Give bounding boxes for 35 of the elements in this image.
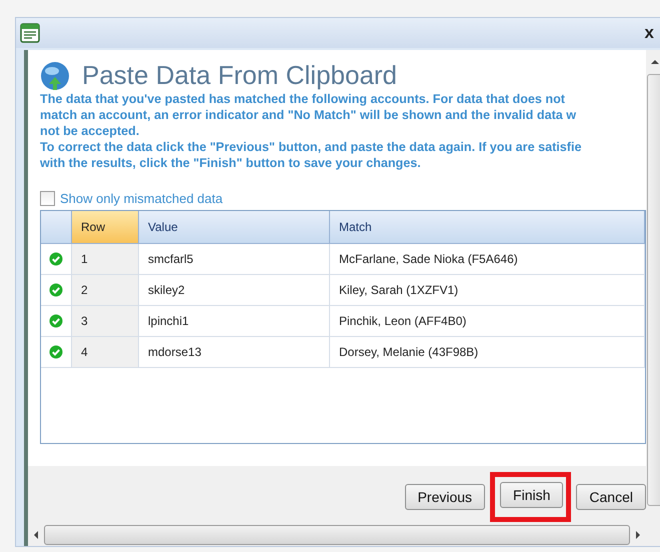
- table-cell: 1: [72, 244, 139, 275]
- column-header[interactable]: Value: [139, 211, 330, 244]
- check-icon: [49, 345, 63, 359]
- close-button[interactable]: x: [644, 23, 654, 43]
- scroll-right-icon[interactable]: [634, 530, 642, 540]
- scroll-up-icon[interactable]: [650, 58, 660, 66]
- column-header[interactable]: Match: [330, 211, 645, 244]
- scroll-left-icon[interactable]: [32, 530, 40, 540]
- dialog-button[interactable]: Finish: [500, 482, 564, 508]
- table-cell: Pinchik, Leon (AFF4B0): [330, 306, 645, 337]
- table-cell: lpinchi1: [139, 306, 330, 337]
- dialog-heading: Paste Data From Clipboard: [82, 60, 398, 91]
- check-icon: [49, 283, 63, 297]
- table-cell: McFarlane, Sade Nioka (F5A646): [330, 244, 645, 275]
- checkbox[interactable]: [40, 191, 55, 206]
- dialog-button[interactable]: Previous: [404, 484, 486, 510]
- column-header: [41, 211, 72, 244]
- window-icon: [20, 23, 40, 43]
- table-cell: Kiley, Sarah (1XZFV1): [330, 275, 645, 306]
- checkbox-label: Show only mismatched data: [60, 191, 223, 206]
- table-cell: 2: [72, 275, 139, 306]
- globe-icon: [40, 60, 70, 90]
- table-cell: Dorsey, Melanie (43F98B): [330, 337, 645, 368]
- table-cell: smcfarl5: [139, 244, 330, 275]
- check-icon: [49, 252, 63, 266]
- table-cell: 4: [72, 337, 139, 368]
- table-cell: skiley2: [139, 275, 330, 306]
- column-header[interactable]: Row: [72, 211, 139, 244]
- table-cell: 3: [72, 306, 139, 337]
- scrollbar-thumb[interactable]: [44, 525, 630, 545]
- check-icon: [49, 314, 63, 328]
- instructions-text: The data that you've pasted has matched the following accounts. For data that does not match an account, an error indicator and "No Match" will be shown and the invalid data w not be accepted. To correct the data click the "Previous" button, and paste the data again. If you are satisfie with the results, click the "Finish" button to save your changes.: [40, 91, 582, 171]
- dialog-button[interactable]: Cancel: [576, 484, 646, 510]
- scrollbar-thumb[interactable]: [647, 74, 660, 506]
- table-cell: mdorse13: [139, 337, 330, 368]
